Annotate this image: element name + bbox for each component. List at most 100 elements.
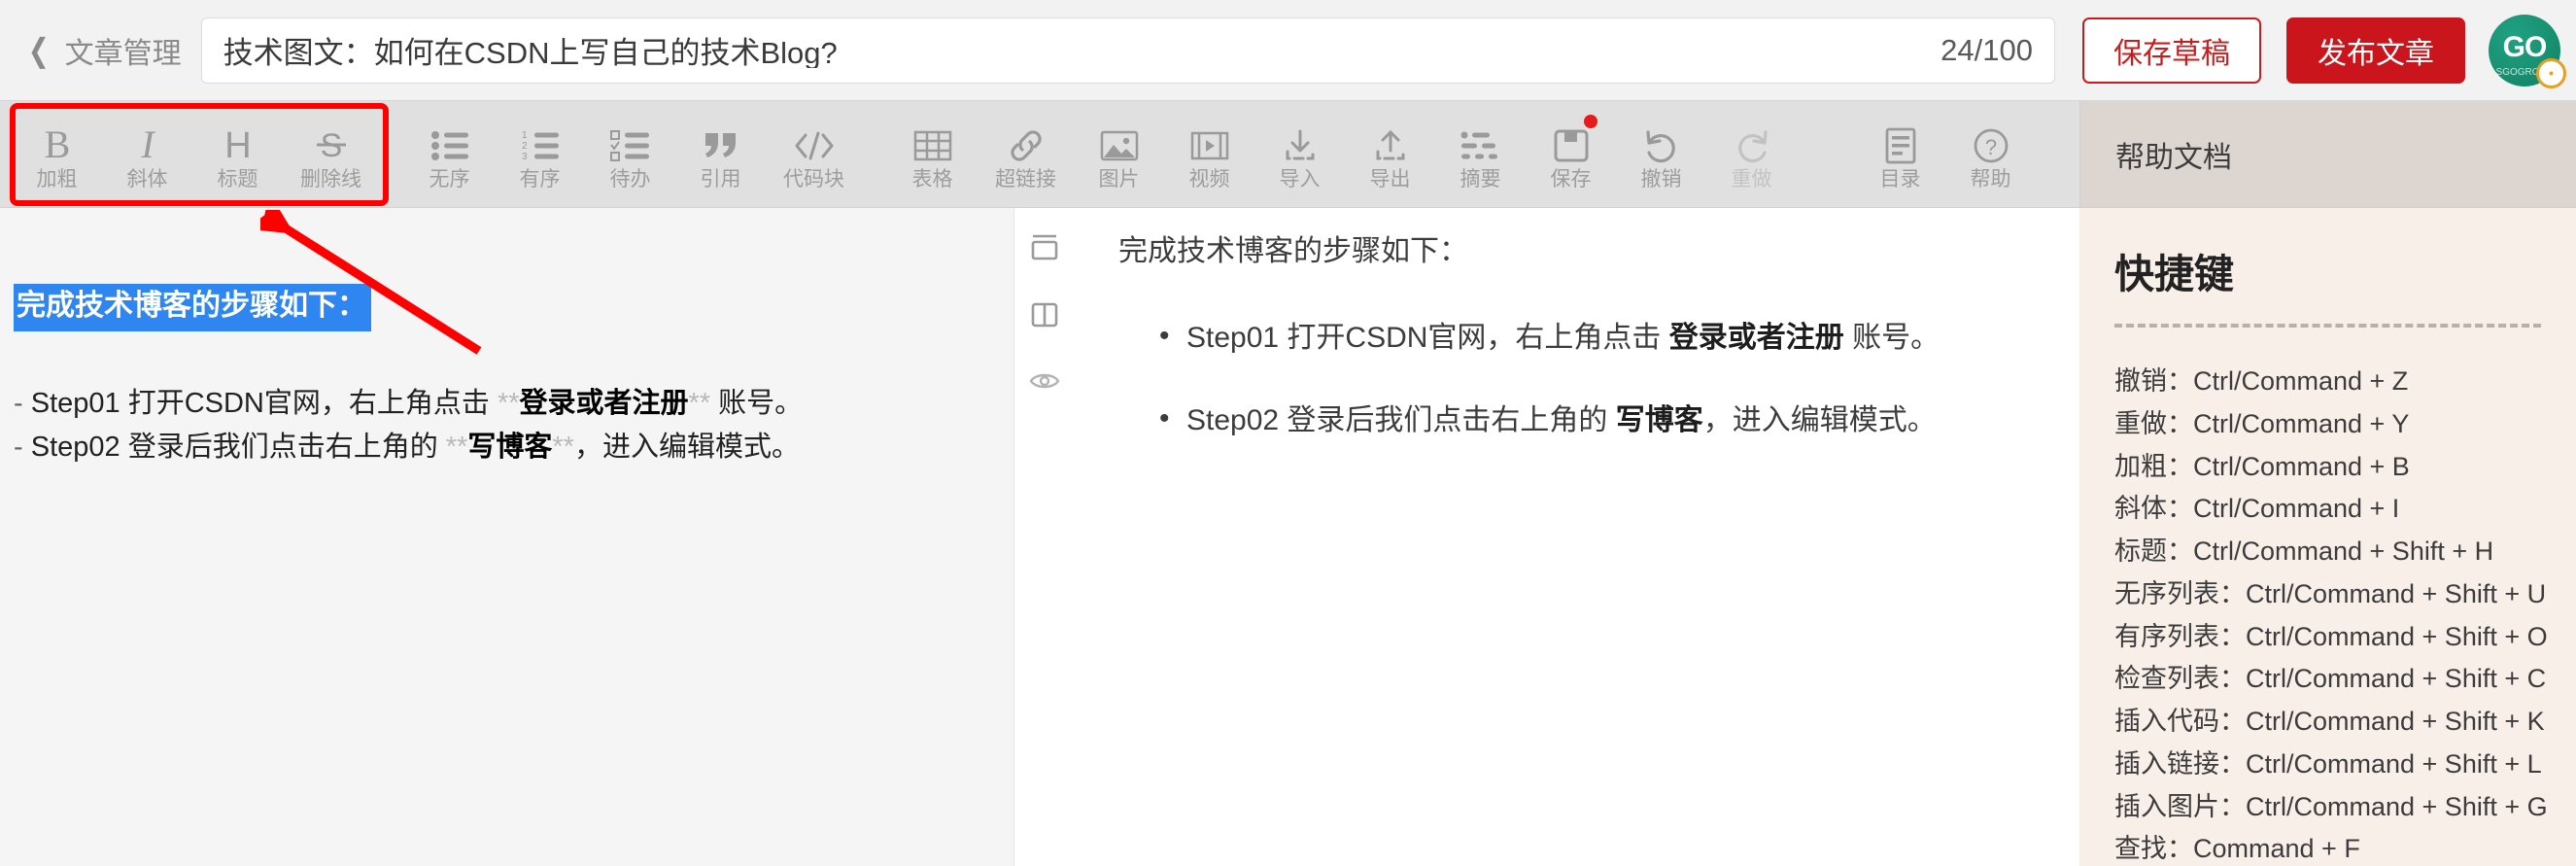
- toolbar-button-image[interactable]: 图片: [1074, 101, 1164, 207]
- redo-icon: [1733, 124, 1771, 167]
- heading-icon: H: [221, 124, 256, 167]
- view-mode-split-button[interactable]: [1025, 295, 1064, 334]
- preview-list-item-1: Step01 打开CSDN官网，右上角点击 登录或者注册 账号。: [1159, 314, 2041, 360]
- publish-article-button[interactable]: 发布文章: [2286, 17, 2465, 84]
- help-panel-header: 帮助文档: [2079, 101, 2576, 207]
- shortcut-line: 插入图片：Ctrl/Command + Shift + G: [2114, 791, 2548, 821]
- shortcut-line: 标题：Ctrl/Command + Shift + H: [2114, 537, 2494, 567]
- svg-text:H: H: [224, 126, 251, 165]
- shortcut-line: 有序列表：Ctrl/Command + Shift + O: [2114, 621, 2548, 651]
- preview-text-2a: Step02 登录后我们点击右上角的: [1186, 404, 1616, 436]
- preview-list-item-2: Step02 登录后我们点击右上角的 写博客，进入编辑模式。: [1159, 397, 2041, 442]
- bold-icon: B: [40, 124, 75, 167]
- toolbar-button-heading[interactable]: H 标题: [192, 101, 283, 207]
- toolbar-label-bold: 加粗: [36, 168, 78, 191]
- toolbar-divider-2: [862, 101, 887, 207]
- svg-text:1: 1: [522, 130, 528, 141]
- shortcut-list: 撤销：Ctrl/Command + Z 重做：Ctrl/Command + Y …: [2114, 361, 2576, 866]
- toolbar-label-italic: 斜体: [126, 168, 168, 191]
- code-block-icon: [793, 124, 836, 167]
- toolbar-button-ordered-list[interactable]: 1 2 3 有序: [495, 101, 585, 207]
- save-icon: [1553, 124, 1590, 167]
- toolbar-button-summary[interactable]: 摘要: [1435, 101, 1526, 207]
- avatar-initials: GO: [2502, 30, 2548, 63]
- markdown-blank-line: [14, 331, 984, 382]
- undo-icon: [1642, 124, 1681, 167]
- svg-text:2: 2: [522, 141, 528, 152]
- user-avatar[interactable]: GO SGOGROUP ●: [2489, 14, 2566, 88]
- preview-text-2b: ，进入编辑模式。: [1702, 404, 1937, 436]
- toolbar-divider-3: [1797, 101, 1855, 207]
- table-icon: [913, 124, 952, 167]
- shortcut-line: 重做：Ctrl/Command + Y: [2114, 408, 2410, 438]
- chevron-left-icon: ❮: [27, 32, 50, 68]
- preview-text-1b: 账号。: [1843, 322, 1941, 354]
- toolbar-label-undo: 撤销: [1640, 168, 1682, 191]
- toolbar-divider-1: [379, 101, 404, 207]
- toolbar-label-video: 视频: [1188, 168, 1230, 191]
- markdown-source-pane[interactable]: 完成技术博客的步骤如下： - Step01 打开CSDN官网，右上角点击 **登…: [0, 208, 1013, 866]
- toolbar-button-toc[interactable]: 目录: [1855, 101, 1945, 207]
- toolbar-button-export[interactable]: 导出: [1345, 101, 1435, 207]
- toolbar-button-undo[interactable]: 撤销: [1616, 101, 1706, 207]
- toolbar-label-redo: 重做: [1731, 168, 1772, 191]
- toolbar-label-unordered-list: 无序: [429, 168, 470, 191]
- svg-text:3: 3: [522, 152, 528, 162]
- markdown-editor-app: ❮ 文章管理 24/100 保存草稿 发布文章 GO SGOGROUP ● B …: [0, 0, 2576, 866]
- help-panel-title: 帮助文档: [2115, 141, 2232, 174]
- preview-text-1a: Step01 打开CSDN官网，右上角点击: [1186, 322, 1669, 354]
- back-label: 文章管理: [64, 37, 182, 70]
- help-icon: ?: [1973, 124, 2009, 167]
- markdown-bullet-dash-1: -: [14, 387, 23, 419]
- shortcut-line: 斜体：Ctrl/Command + I: [2114, 494, 2400, 524]
- toolbar-button-help[interactable]: ? 帮助: [1945, 101, 2036, 207]
- link-icon: [1007, 124, 1046, 167]
- toolbar-button-link[interactable]: 超链接: [978, 101, 1074, 207]
- view-mode-preview-button[interactable]: [1025, 362, 1064, 400]
- toolbar-button-unordered-list[interactable]: 无序: [404, 101, 495, 207]
- video-icon: [1190, 124, 1229, 167]
- toolbar-button-code-block[interactable]: 代码块: [766, 101, 862, 207]
- summary-icon: [1460, 124, 1501, 167]
- save-draft-button[interactable]: 保存草稿: [2082, 17, 2261, 84]
- markdown-text-1b: 账号。: [710, 387, 804, 419]
- view-mode-column: [1013, 208, 1074, 866]
- markdown-heading-line: 完成技术博客的步骤如下：: [14, 284, 984, 331]
- toolbar-label-link: 超链接: [995, 168, 1056, 191]
- help-sidebar: 快捷键 撤销：Ctrl/Command + Z 重做：Ctrl/Command …: [2079, 208, 2576, 866]
- toolbar-button-video[interactable]: 视频: [1164, 101, 1254, 207]
- toolbar-label-strikethrough: 删除线: [300, 168, 361, 191]
- toc-icon: [1884, 124, 1917, 167]
- title-field-wrapper[interactable]: 24/100: [200, 17, 2055, 84]
- shortcut-line: 撤销：Ctrl/Command + Z: [2114, 366, 2409, 397]
- toolbar-button-italic[interactable]: I 斜体: [102, 101, 192, 207]
- markdown-line-2: - Step02 登录后我们点击右上角的 **写博客**，进入编辑模式。: [14, 426, 984, 469]
- toolbar-button-todo-list[interactable]: 待办: [585, 101, 675, 207]
- toolbar-button-bold[interactable]: B 加粗: [12, 101, 102, 207]
- toolbar-label-export: 导出: [1369, 168, 1411, 191]
- back-to-article-management[interactable]: ❮ 文章管理: [25, 29, 195, 72]
- preview-paragraph: 完成技术博客的步骤如下：: [1118, 235, 1468, 267]
- toolbar-label-help: 帮助: [1970, 168, 2011, 191]
- toolbar-button-save[interactable]: 保存: [1526, 101, 1616, 207]
- toolbar-label-todo-list: 待办: [609, 168, 651, 191]
- toolbar-label-save: 保存: [1550, 168, 1592, 191]
- toolbar-button-import[interactable]: 导入: [1254, 101, 1345, 207]
- toolbar-label-import: 导入: [1279, 168, 1321, 191]
- shortcut-line: 检查列表：Ctrl/Command + Shift + C: [2114, 664, 2547, 694]
- toolbar-button-table[interactable]: 表格: [887, 101, 978, 207]
- export-icon: [1371, 124, 1410, 167]
- toolbar-button-strikethrough[interactable]: S 删除线: [283, 101, 379, 207]
- avatar-badge-icon: ●: [2536, 57, 2566, 88]
- article-title-input[interactable]: [223, 32, 1924, 68]
- view-mode-edit-only-button[interactable]: [1025, 229, 1064, 268]
- title-char-counter: 24/100: [1941, 32, 2033, 67]
- help-divider: [2114, 324, 2541, 329]
- help-section-title: 快捷键: [2114, 252, 2234, 296]
- toolbar-button-quote[interactable]: 引用: [675, 101, 766, 207]
- markdown-text-1a: Step01 打开CSDN官网，右上角点击: [22, 387, 498, 419]
- strikethrough-icon: S: [312, 124, 351, 167]
- markdown-bold-2: 写博客: [467, 431, 553, 463]
- preview-bold-1: 登录或者注册: [1668, 322, 1844, 354]
- svg-text:B: B: [44, 126, 70, 165]
